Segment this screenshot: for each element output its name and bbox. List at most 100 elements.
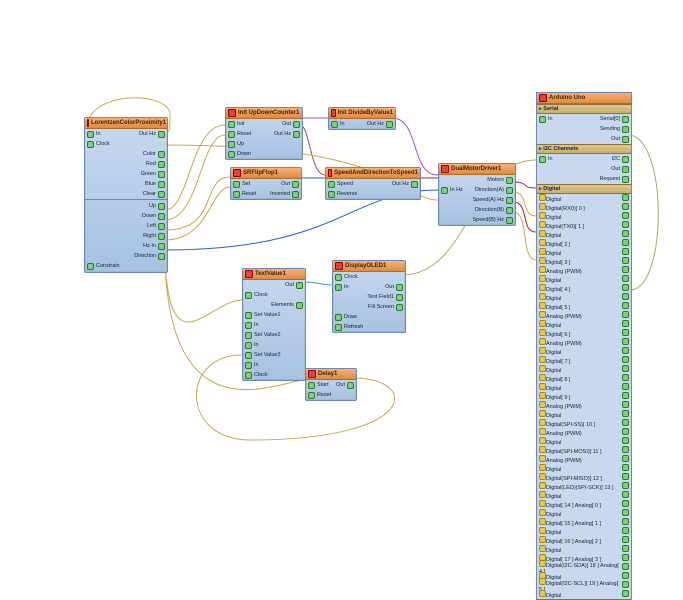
port-row[interactable]: Clear — [85, 189, 167, 199]
digital-channel[interactable]: Analog (PWM) — [537, 401, 631, 410]
digital-channel[interactable]: Digital[ 15 ] Analog[ 1 ] — [537, 518, 631, 527]
digital-channel[interactable]: Digital[ 2 ] — [537, 239, 631, 248]
port-row[interactable]: InOut — [333, 282, 405, 292]
port-row[interactable]: Clock — [85, 139, 167, 149]
digital-channel[interactable]: Digital — [537, 464, 631, 473]
port-row[interactable]: Blue — [85, 179, 167, 189]
digital-channel[interactable]: Digital — [537, 230, 631, 239]
node-speeddir[interactable]: SpeedAndDirectionToSpeed1 SpeedOut HzRev… — [325, 167, 421, 200]
port-row[interactable]: InOut Hz — [329, 119, 395, 129]
port-row[interactable]: Out — [537, 164, 631, 174]
digital-channel[interactable]: Digital — [537, 194, 631, 203]
port-row[interactable]: InI2C — [537, 154, 631, 164]
port-row[interactable]: In — [243, 360, 305, 370]
port-row[interactable]: InitOut — [226, 119, 302, 129]
port-row[interactable]: Text Field1 — [333, 292, 405, 302]
node-srflipflop[interactable]: SRFlipFlop1 SetOutResetInverted — [230, 167, 302, 200]
digital-channel[interactable]: Digital — [537, 527, 631, 536]
digital-channel[interactable]: Digital — [537, 491, 631, 500]
digital-channel[interactable]: Analog (PWM) — [537, 266, 631, 275]
digital-channel[interactable]: Digital — [537, 509, 631, 518]
digital-channel[interactable]: Analog (PWM) — [537, 338, 631, 347]
digital-channel[interactable]: Digital[ 6 ] — [537, 329, 631, 338]
port-row[interactable]: Out — [243, 280, 305, 290]
port-row[interactable]: SpeedOut Hz — [326, 179, 420, 189]
port-row[interactable]: Request — [537, 174, 631, 184]
port-row[interactable]: Up — [226, 139, 302, 149]
digital-channel[interactable]: Analog (PWM) — [537, 455, 631, 464]
digital-channel[interactable]: Digital[ 16 ] Analog[ 2 ] — [537, 536, 631, 545]
port-row[interactable]: SetOut — [231, 179, 301, 189]
node-updowncounter[interactable]: Init UpDownCounter1 InitOutResetOut HzUp… — [225, 107, 303, 160]
port-row[interactable]: ResetInverted — [231, 189, 301, 199]
node-display[interactable]: DisplayOLED1 ClockInOutText Field1Fill S… — [332, 260, 406, 333]
digital-channel[interactable]: Digital[ 9 ] — [537, 392, 631, 401]
port-row[interactable]: Left — [85, 221, 167, 231]
port-row[interactable]: Red — [85, 159, 167, 169]
port-row[interactable]: Down — [85, 211, 167, 221]
port-row[interactable]: In — [243, 340, 305, 350]
port-row[interactable]: Motors — [439, 175, 515, 185]
digital-channel[interactable]: Analog (PWM) — [537, 428, 631, 437]
digital-channel[interactable]: Digital — [537, 410, 631, 419]
digital-channel[interactable]: Analog (PWM) — [537, 311, 631, 320]
port-row[interactable]: Fill Screen — [333, 302, 405, 312]
port-row[interactable]: Out — [537, 134, 631, 144]
port-row[interactable]: Set Value2 — [243, 330, 305, 340]
port-row[interactable]: Set Value1 — [243, 310, 305, 320]
digital-channel[interactable]: Digital[ 5 ] — [537, 302, 631, 311]
port-row[interactable]: Clock — [333, 272, 405, 282]
digital-channel[interactable]: Digital — [537, 347, 631, 356]
port-row[interactable]: Draw — [333, 312, 405, 322]
digital-channel[interactable]: Digital — [537, 320, 631, 329]
digital-channel[interactable]: Digital[ 4 ] — [537, 284, 631, 293]
digital-channel[interactable]: Digital — [537, 248, 631, 257]
port-row[interactable]: Direction(B) — [439, 205, 515, 215]
port-row[interactable]: Color — [85, 149, 167, 159]
node-colorproximity[interactable]: LorentzenColorProximity1 InOut HzClockCo… — [84, 117, 168, 273]
digital-channel[interactable]: Digital — [537, 437, 631, 446]
port-row[interactable]: Direction — [85, 251, 167, 261]
port-row[interactable]: InSerial[0] — [537, 114, 631, 124]
port-row[interactable]: InOut Hz — [85, 129, 167, 139]
port-row[interactable]: Speed(A) Hz — [439, 195, 515, 205]
digital-channel[interactable]: Digital(TX0)[ 1 ] — [537, 221, 631, 230]
digital-channel[interactable]: Digital(SPI-MISO)[ 12 ] — [537, 473, 631, 482]
node-motor[interactable]: DualMotorDriver1 MotorsIn HzDirection(A)… — [438, 163, 516, 226]
digital-channel[interactable]: Digital[ 7 ] — [537, 356, 631, 365]
port-row[interactable]: Green — [85, 169, 167, 179]
node-dividebyvalue[interactable]: Init DivideByValue1 InOut Hz — [328, 107, 396, 130]
port-row[interactable]: Down — [226, 149, 302, 159]
port-row[interactable]: In HzDirection(A) — [439, 185, 515, 195]
digital-channel[interactable]: Digital — [537, 365, 631, 374]
port-row[interactable]: In — [243, 320, 305, 330]
digital-channel[interactable]: Digital — [537, 212, 631, 221]
digital-channel[interactable]: Digital(I2C-SCL)[ 19 ] Analog[ 5 ] — [537, 581, 631, 590]
port-row[interactable]: Up — [85, 201, 167, 211]
digital-channel[interactable]: Digital(SPI-MOSI)[ 11 ] — [537, 446, 631, 455]
port-row[interactable]: Reset — [306, 390, 356, 400]
port-row[interactable]: Constrain — [85, 261, 167, 271]
digital-channel[interactable]: Digital — [537, 545, 631, 554]
node-delay[interactable]: Delay1 StartOutReset — [305, 368, 357, 401]
digital-channel[interactable]: Digital(SPI-SS)[ 10 ] — [537, 419, 631, 428]
port-row[interactable]: Speed(B) Hz — [439, 215, 515, 225]
digital-channel[interactable]: Digital — [537, 293, 631, 302]
port-row[interactable]: Elements — [243, 300, 305, 310]
digital-channel[interactable]: Digital(LED)(SPI-SCK)[ 13 ] — [537, 482, 631, 491]
digital-channel[interactable]: Digital — [537, 275, 631, 284]
port-row[interactable]: Right — [85, 231, 167, 241]
digital-channel[interactable]: Digital(RX0)[ 0 ] — [537, 203, 631, 212]
port-row[interactable]: Sending — [537, 124, 631, 134]
node-arduino[interactable]: Arduino Uno Serial InSerial[0]SendingOut… — [536, 92, 632, 600]
port-row[interactable]: Set Value3 — [243, 350, 305, 360]
port-row[interactable]: Clock — [243, 290, 305, 300]
digital-channel[interactable]: Digital[ 14 ] Analog[ 0 ] — [537, 500, 631, 509]
digital-channel[interactable]: Digital — [537, 383, 631, 392]
digital-channel[interactable]: Digital[ 3 ] — [537, 257, 631, 266]
port-row[interactable]: Refresh — [333, 322, 405, 332]
port-row[interactable]: StartOut — [306, 380, 356, 390]
port-row[interactable]: Clock — [243, 370, 305, 380]
port-row[interactable]: ResetOut Hz — [226, 129, 302, 139]
port-row[interactable]: Hz In — [85, 241, 167, 251]
